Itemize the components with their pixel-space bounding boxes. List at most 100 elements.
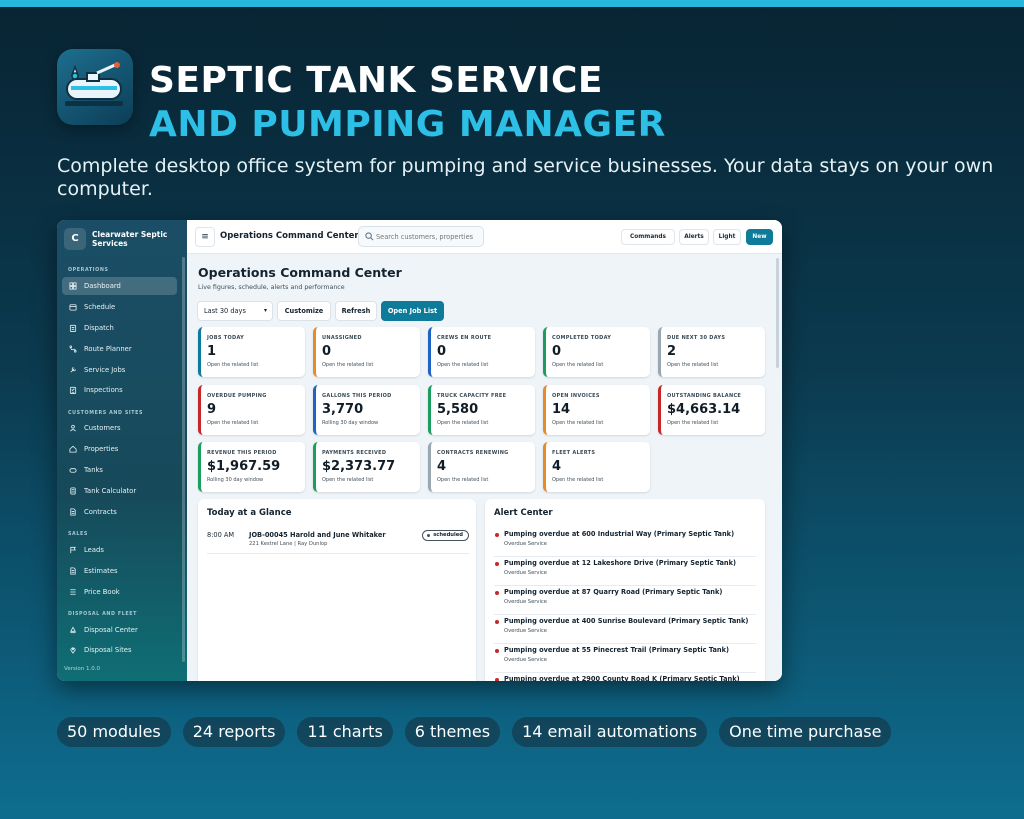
page-subtitle: Live figures, schedule, alerts and perfo… (198, 284, 345, 291)
calculator-icon (70, 487, 76, 495)
alert-item[interactable]: Pumping overdue at 12 Lakeshore Drive (P… (494, 559, 756, 586)
sidebar-item-dashboard[interactable]: Dashboard (62, 277, 177, 295)
sidebar-item-tanks[interactable]: Tanks (62, 461, 177, 479)
date-range-select[interactable]: Last 30 days ▾ (197, 301, 273, 321)
sidebar-brand[interactable]: C Clearwater Septic Services (64, 228, 172, 250)
kpi-note: Open the related list (552, 477, 604, 483)
alerts-button[interactable]: Alerts (679, 229, 709, 245)
kpi-card-fleet-alerts[interactable]: FLEET ALERTS 4 Open the related list (543, 442, 650, 492)
sidebar-item-price-book[interactable]: Price Book (62, 583, 177, 601)
sidebar-item-customers[interactable]: Customers (62, 419, 177, 437)
sidebar-item-dispatch[interactable]: Dispatch (62, 319, 177, 337)
kpi-note: Open the related list (207, 420, 259, 426)
route-icon (69, 345, 77, 353)
sidebar-item-properties[interactable]: Properties (62, 440, 177, 458)
date-range-value: Last 30 days (204, 307, 246, 315)
sidebar-item-label: Disposal Center (84, 626, 138, 634)
alert-dot-icon (495, 649, 499, 653)
theme-light-button[interactable]: Light (713, 229, 741, 245)
kpi-card-contracts-renewing[interactable]: CONTRACTS RENEWING 4 Open the related list (428, 442, 535, 492)
sidebar-section-label: CUSTOMERS AND SITES (68, 411, 144, 416)
chevron-down-icon: ▾ (263, 307, 267, 314)
document-icon (70, 508, 76, 516)
flag-icon (70, 546, 76, 554)
status-badge: scheduled (422, 530, 469, 541)
clipboard-icon (69, 324, 77, 332)
kpi-card-unassigned[interactable]: UNASSIGNED 0 Open the related list (313, 327, 420, 377)
refresh-button[interactable]: Refresh (335, 301, 377, 321)
sidebar-item-label: Properties (84, 445, 119, 453)
feature-pills: 50 modules 24 reports 11 charts 6 themes 14 … (57, 717, 892, 747)
alert-item[interactable]: Pumping overdue at 2900 County Road K (P… (494, 675, 756, 681)
sidebar-item-service-jobs[interactable]: Service Jobs (62, 361, 177, 379)
status-badge-label: scheduled (433, 532, 463, 538)
recycle-icon (70, 626, 76, 634)
page-title: Operations Command Center (198, 265, 402, 280)
kpi-card-outstanding-balance[interactable]: OUTSTANDING BALANCE $4,663.14 Open the rel… (658, 385, 765, 435)
kpi-note: Open the related list (552, 362, 604, 368)
feature-pill: 50 modules (57, 717, 171, 747)
kpi-value: 2 (667, 344, 677, 359)
schedule-time: 8:00 AM (207, 531, 235, 539)
alert-item[interactable]: Pumping overdue at 87 Quarry Road (Prima… (494, 588, 756, 615)
sidebar-item-disposal-center[interactable]: Disposal Center (62, 621, 177, 639)
brand-avatar: C (64, 228, 86, 250)
kpi-label: CONTRACTS RENEWING (437, 450, 509, 456)
house-icon (69, 445, 77, 453)
sidebar-item-disposal-sites[interactable]: Disposal Sites (62, 641, 177, 659)
search-box[interactable] (358, 226, 484, 247)
sidebar-item-inspections[interactable]: Inspections (62, 381, 177, 399)
alert-center-panel: Alert Center Pumping overdue at 600 Indu… (485, 499, 765, 681)
open-job-list-button[interactable]: Open Job List (381, 301, 444, 321)
kpi-value: 5,580 (437, 402, 479, 417)
sidebar-item-label: Inspections (84, 386, 123, 394)
sidebar-item-estimates[interactable]: Estimates (62, 562, 177, 580)
alert-item[interactable]: Pumping overdue at 400 Sunrise Boulevard… (494, 617, 756, 644)
customize-button[interactable]: Customize (277, 301, 331, 321)
kpi-value: $1,967.59 (207, 459, 281, 474)
kpi-card-crews-en-route[interactable]: CREWS EN ROUTE 0 Open the related list (428, 327, 535, 377)
checklist-icon (69, 386, 77, 394)
sidebar-item-contracts[interactable]: Contracts (62, 503, 177, 521)
kpi-card-overdue-pumping[interactable]: OVERDUE PUMPING 9 Open the related list (198, 385, 305, 435)
calendar-icon (69, 304, 77, 311)
app-window: C Clearwater Septic Services OPERATIONS D… (57, 220, 782, 681)
kpi-card-due-next-30-days[interactable]: DUE NEXT 30 DAYS 2 Open the related list (658, 327, 765, 377)
alert-category: Overdue Service (504, 628, 547, 634)
status-dot-icon (427, 534, 431, 537)
sidebar-item-label: Tanks (84, 466, 103, 474)
kpi-card-truck-capacity-free[interactable]: TRUCK CAPACITY FREE 5,580 Open the related… (428, 385, 535, 435)
alert-dot-icon (495, 591, 499, 595)
alert-dot-icon (495, 533, 499, 537)
kpi-card-revenue-this-period[interactable]: REVENUE THIS PERIOD $1,967.59 Rolling 30 d… (198, 442, 305, 492)
alert-item[interactable]: Pumping overdue at 600 Industrial Way (P… (494, 530, 756, 557)
schedule-row[interactable]: 8:00 AM JOB-00045 Harold and June Whitak… (207, 530, 469, 554)
kpi-card-open-invoices[interactable]: OPEN INVOICES 14 Open the related list (543, 385, 650, 435)
new-button[interactable]: New (746, 229, 773, 245)
kpi-label: GALLONS THIS PERIOD (322, 393, 392, 399)
wrench-icon (70, 366, 77, 373)
alert-dot-icon (495, 620, 499, 624)
kpi-card-completed-today[interactable]: COMPLETED TODAY 0 Open the related list (543, 327, 650, 377)
sidebar-item-label: Tank Calculator (84, 487, 137, 495)
person-icon (70, 424, 76, 432)
menu-button[interactable]: ≡ (195, 227, 215, 247)
kpi-card-payments-received[interactable]: PAYMENTS RECEIVED $2,373.77 Open the relat… (313, 442, 420, 492)
sidebar-item-leads[interactable]: Leads (62, 541, 177, 559)
sidebar-item-route-planner[interactable]: Route Planner (62, 340, 177, 358)
search-input[interactable] (376, 232, 480, 241)
kpi-value: $4,663.14 (667, 402, 741, 417)
alert-item[interactable]: Pumping overdue at 55 Pinecrest Trail (P… (494, 646, 756, 673)
kpi-card-gallons-this-period[interactable]: GALLONS THIS PERIOD 3,770 Rolling 30 day w… (313, 385, 420, 435)
kpi-note: Open the related list (437, 362, 489, 368)
kpi-card-jobs-today[interactable]: JOBS TODAY 1 Open the related list (198, 327, 305, 377)
sidebar-item-tank-calculator[interactable]: Tank Calculator (62, 482, 177, 500)
sidebar-item-schedule[interactable]: Schedule (62, 298, 177, 316)
alert-title: Pumping overdue at 600 Industrial Way (P… (504, 530, 735, 538)
kpi-note: Open the related list (667, 362, 719, 368)
document-icon (70, 567, 76, 575)
content-scrollbar[interactable] (776, 258, 779, 368)
kpi-value: 1 (207, 344, 217, 359)
sidebar-scrollbar[interactable] (182, 257, 185, 662)
commands-button[interactable]: Commands (621, 229, 675, 245)
